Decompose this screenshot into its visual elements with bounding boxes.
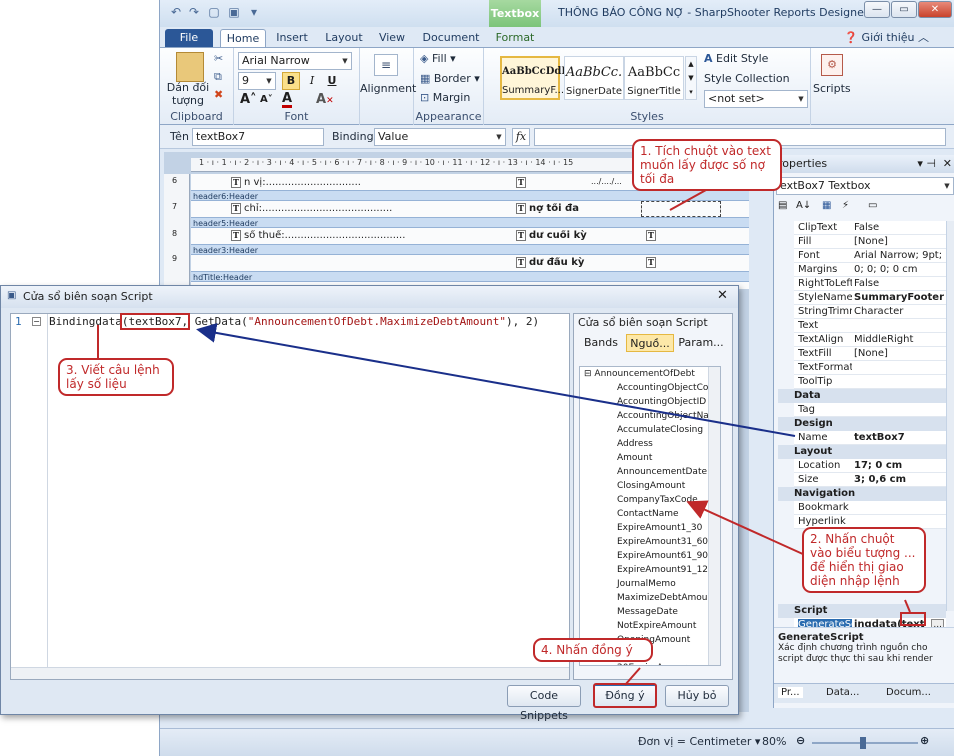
- callout-step4: 4. Nhấn đồng ý: [533, 638, 653, 662]
- arrow-to-field: [686, 500, 806, 556]
- callout2-pointer: [904, 599, 911, 613]
- callout-step2: 2. Nhấn chuột vào biểu tượng ... để hiển…: [802, 527, 926, 593]
- callout1-pointer: [669, 189, 707, 211]
- callout4-pointer: [624, 667, 641, 686]
- callout-step1: 1. Tích chuột vào text muốn lấy được số …: [632, 139, 782, 191]
- arrow-name-to-code: [196, 322, 796, 437]
- callout-step3: 3. Viết câu lệnh lấy số liệu: [58, 358, 174, 396]
